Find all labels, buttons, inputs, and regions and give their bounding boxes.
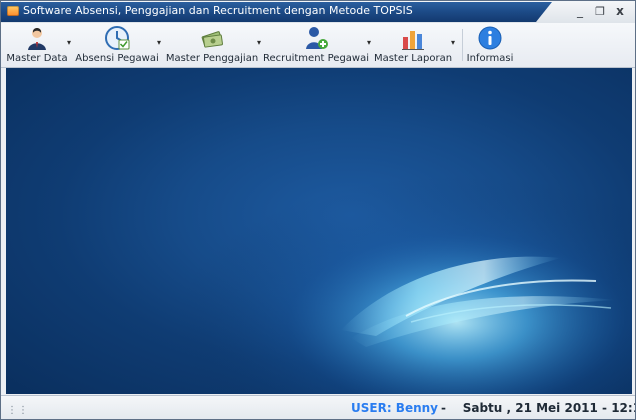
toolbar-master-laporan-label: Master Laporan — [373, 53, 453, 64]
toolbar-informasi-label: Informasi — [466, 53, 514, 64]
desktop-area[interactable] — [6, 68, 632, 394]
minimize-button[interactable]: _ — [571, 3, 589, 19]
status-datetime: - Sabtu , 21 Mei 2011 - 12:12 — [441, 401, 636, 415]
status-separator: - — [441, 401, 446, 415]
toolbar-recruitment-pegawai-label: Recruitment Pegawai — [263, 53, 370, 64]
status-datetime-text: Sabtu , 21 Mei 2011 - 12:12 — [462, 401, 636, 415]
chart-icon — [400, 25, 426, 51]
toolbar-master-penggajian[interactable]: Master Penggajian — [165, 23, 259, 67]
app-icon — [7, 6, 19, 16]
chevron-down-icon[interactable]: ▾ — [448, 37, 458, 47]
toolbar-master-penggajian-label: Master Penggajian — [165, 53, 259, 64]
desktop-wallpaper — [6, 68, 632, 394]
restore-icon: ❐ — [595, 4, 605, 18]
clock-icon — [104, 25, 130, 51]
window-title: Software Absensi, Penggajian dan Recruit… — [23, 4, 413, 17]
close-icon: x — [616, 4, 624, 18]
toolbar-master-data[interactable]: Master Data — [6, 23, 68, 67]
toolbar-divider — [462, 29, 463, 61]
money-icon — [199, 25, 225, 51]
chevron-down-icon[interactable]: ▾ — [254, 37, 264, 47]
user-icon — [24, 25, 50, 51]
toolbar-master-laporan[interactable]: Master Laporan — [373, 23, 453, 67]
status-bar: ⋮⋮ USER: Benny - Sabtu , 21 Mei 2011 - 1… — [1, 395, 636, 419]
restore-button[interactable]: ❐ — [591, 3, 609, 19]
info-icon — [477, 25, 503, 51]
title-bar[interactable]: Software Absensi, Penggajian dan Recruit… — [1, 1, 635, 23]
chevron-down-icon[interactable]: ▾ — [154, 37, 164, 47]
chevron-down-icon[interactable]: ▾ — [364, 37, 374, 47]
add-user-icon — [303, 25, 329, 51]
minimize-icon: _ — [577, 4, 583, 18]
main-toolbar: Master Data ▾ Absensi Pegawai ▾ Master P… — [1, 23, 635, 68]
toolbar-informasi[interactable]: Informasi — [465, 23, 515, 67]
chevron-down-icon[interactable]: ▾ — [64, 37, 74, 47]
toolbar-absensi-pegawai-label: Absensi Pegawai — [75, 53, 159, 64]
close-button[interactable]: x — [611, 3, 629, 19]
status-user: USER: Benny — [351, 401, 438, 415]
toolbar-master-data-label: Master Data — [6, 53, 68, 64]
app-window: Software Absensi, Penggajian dan Recruit… — [0, 0, 636, 420]
toolbar-recruitment-pegawai[interactable]: Recruitment Pegawai — [263, 23, 370, 67]
toolbar-absensi-pegawai[interactable]: Absensi Pegawai — [75, 23, 159, 67]
resize-grip[interactable]: ⋮⋮ — [7, 405, 29, 416]
